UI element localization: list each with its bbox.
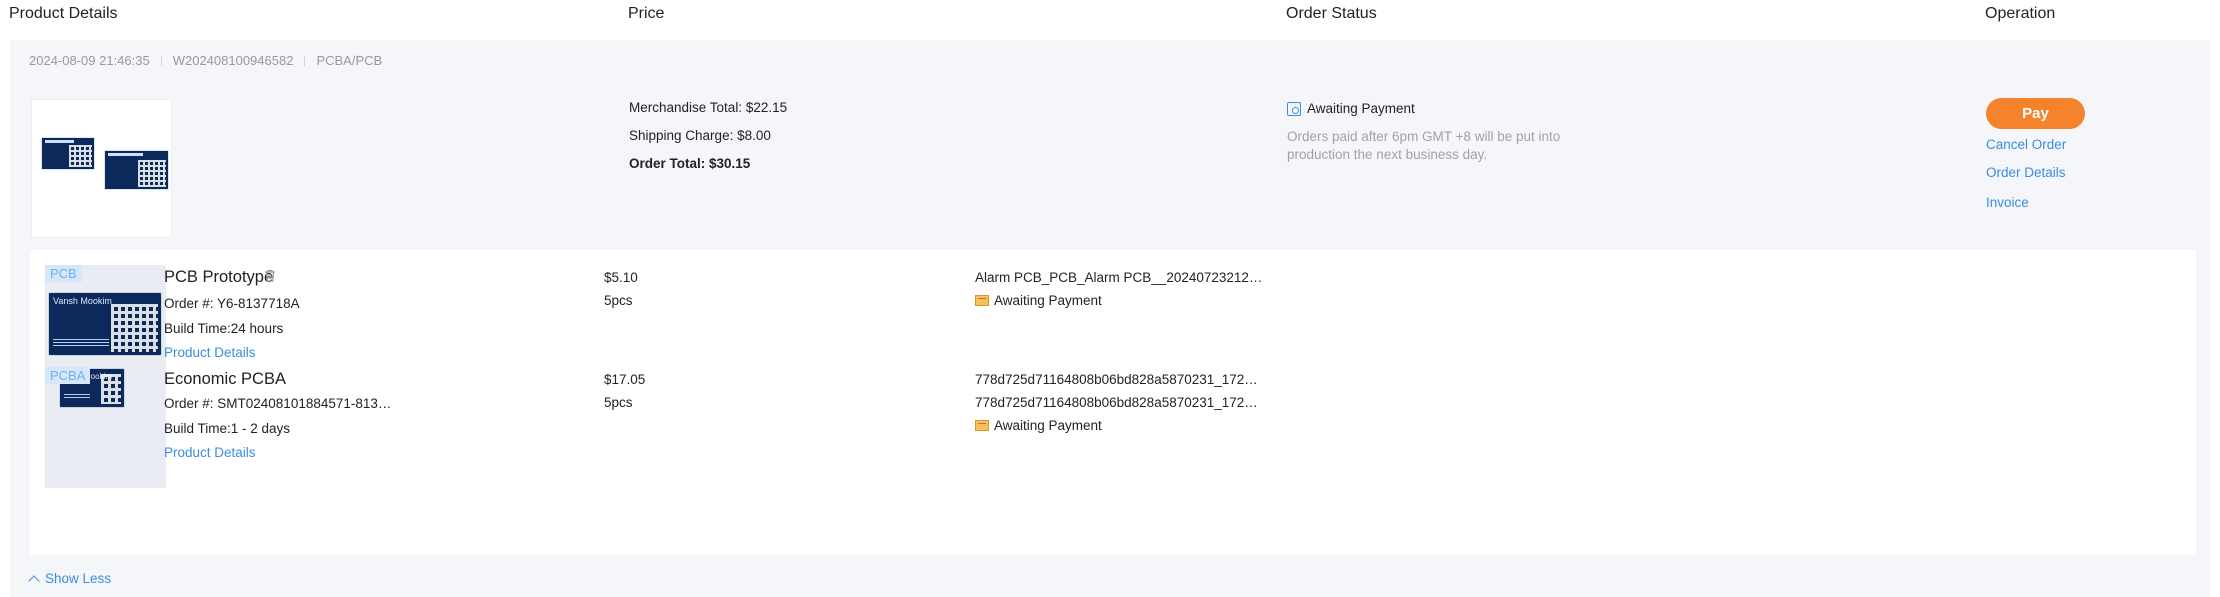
- item-file-name: 778d725d71164808b06bd828a5870231_172…: [975, 395, 1258, 410]
- item-file-name: Alarm PCB_PCB_Alarm PCB__20240723212…: [975, 270, 1263, 285]
- operations: Pay Cancel Order Order Details Invoice: [1986, 98, 2085, 210]
- product-details-link[interactable]: Product Details: [164, 345, 256, 360]
- item-price: $5.10: [604, 270, 638, 285]
- order-details-link[interactable]: Order Details: [1986, 165, 2085, 180]
- pay-button[interactable]: Pay: [1986, 98, 2085, 129]
- shipping-charge: Shipping Charge: $8.00: [629, 128, 771, 143]
- item-price: $17.05: [604, 372, 646, 387]
- board-thumbnail-2: [104, 150, 169, 190]
- item-name: PCB Prototype: [164, 268, 274, 286]
- item-status: Awaiting Payment: [975, 418, 1102, 433]
- invoice-link[interactable]: Invoice: [1986, 195, 2085, 210]
- table-header: Product Details Price Order Status Opera…: [0, 0, 2220, 40]
- chevron-up-icon: [28, 574, 40, 587]
- item-file-name: 778d725d71164808b06bd828a5870231_172…: [975, 372, 1258, 387]
- meta-divider: [304, 55, 306, 66]
- item-tag: PCBA: [45, 367, 91, 384]
- order-thumbnail[interactable]: [31, 99, 172, 238]
- item-build-time: Build Time:1 - 2 days: [164, 421, 291, 436]
- order-status: Awaiting Payment: [1287, 101, 1577, 116]
- header-operation: Operation: [1985, 5, 2056, 22]
- status-note: Orders paid after 6pm GMT +8 will be put…: [1287, 129, 1561, 162]
- cancel-order-link[interactable]: Cancel Order: [1986, 137, 2085, 152]
- item-order-number: Order #: Y6-8137718A: [164, 296, 300, 311]
- item-name: Economic PCBA: [164, 370, 286, 388]
- item-quantity: 5pcs: [604, 395, 633, 410]
- order-card: 2024-08-09 21:46:35 W202408100946582 PCB…: [10, 40, 2210, 597]
- board-thumbnail-1: [41, 137, 95, 170]
- pcb-board-image: Vansh Mookim: [48, 292, 162, 356]
- product-details-link[interactable]: Product Details: [164, 445, 256, 460]
- order-status-column: Awaiting Payment Orders paid after 6pm G…: [1287, 101, 1577, 164]
- item-build-time: Build Time:24 hours: [164, 321, 284, 336]
- order-price-summary: Merchandise Total: $22.15 Shipping Charg…: [629, 100, 787, 184]
- show-less-label: Show Less: [45, 571, 112, 586]
- item-order-number: Order #: SMT02408101884571-813…: [164, 396, 392, 411]
- order-total: Order Total: $30.15: [629, 156, 751, 171]
- item-status-text: Awaiting Payment: [994, 418, 1102, 433]
- order-number: W202408100946582: [172, 53, 294, 68]
- header-price: Price: [628, 5, 665, 22]
- meta-divider: [160, 55, 162, 66]
- header-product-details: Product Details: [9, 5, 118, 22]
- item-status: Awaiting Payment: [975, 293, 1102, 308]
- item-status-text: Awaiting Payment: [994, 293, 1102, 308]
- search-document-icon: [1287, 101, 1301, 116]
- header-order-status: Order Status: [1286, 5, 1377, 22]
- order-status-text: Awaiting Payment: [1307, 101, 1415, 116]
- order-date: 2024-08-09 21:46:35: [29, 53, 150, 68]
- trash-icon[interactable]: [264, 269, 276, 282]
- envelope-icon: [975, 420, 989, 431]
- order-category: PCBA/PCB: [316, 53, 383, 68]
- order-items: Vansh Mookim PCB PCB Prototype Order #: …: [30, 250, 2196, 555]
- item-quantity: 5pcs: [604, 293, 633, 308]
- merchandise-total: Merchandise Total: $22.15: [629, 100, 788, 115]
- envelope-icon: [975, 295, 989, 306]
- order-meta: 2024-08-09 21:46:35 W202408100946582 PCB…: [29, 53, 382, 68]
- item-thumbnail[interactable]: Mookim PCBA: [45, 367, 166, 488]
- show-less-toggle[interactable]: Show Less: [28, 571, 112, 587]
- item-tag: PCB: [45, 265, 82, 282]
